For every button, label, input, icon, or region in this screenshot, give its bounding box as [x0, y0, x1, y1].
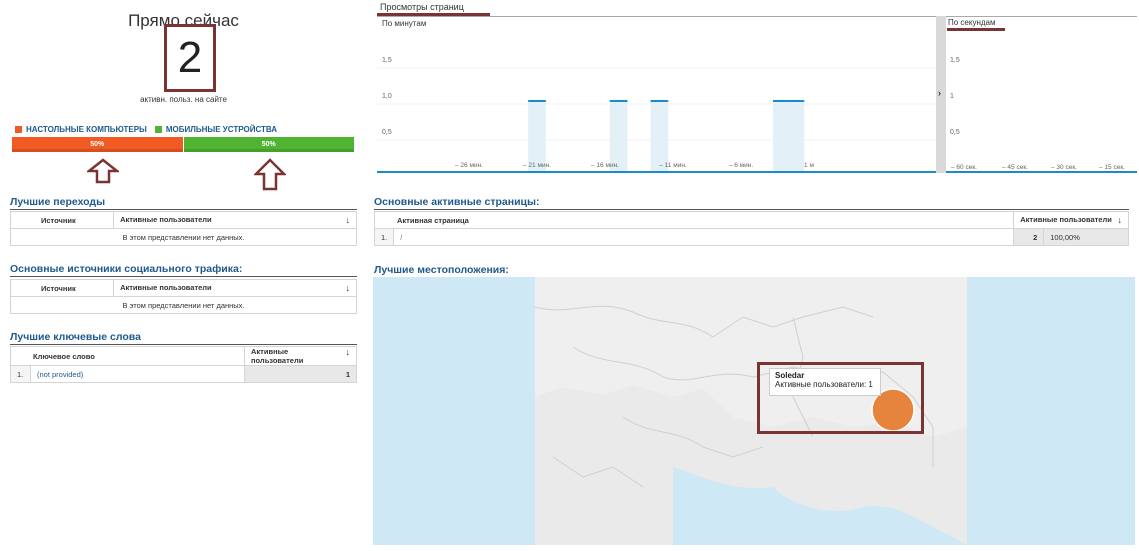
col-active-users-label: Активные пользователи: [120, 283, 212, 292]
active-pages-title: Основные активные страницы:: [374, 196, 540, 208]
section-divider: [10, 209, 357, 210]
tab-pageviews[interactable]: Просмотры страниц: [380, 2, 464, 12]
top-keywords-table: Ключевое слово ↓ Активные пользователи 1.…: [10, 346, 357, 383]
active-page-users: 2: [1013, 228, 1045, 246]
active-users-count: 2: [164, 24, 216, 92]
chevron-right-icon[interactable]: ›: [938, 88, 941, 98]
pageview-bar-top: [528, 100, 546, 102]
y-tick-label: 0,5: [950, 129, 960, 136]
device-legend: НАСТОЛЬНЫЕ КОМПЬЮТЕРЫ МОБИЛЬНЫЕ УСТРОЙСТ…: [15, 125, 277, 134]
desktop-share-segment[interactable]: 50%: [12, 137, 183, 152]
right-now-panel: Прямо сейчас 2 активн. польз. на сайте: [10, 0, 357, 120]
legend-mobile: МОБИЛЬНЫЕ УСТРОЙСТВА: [154, 125, 278, 134]
col-active-users[interactable]: ↓ Активные пользователи: [113, 211, 357, 229]
sort-down-icon[interactable]: ↓: [346, 347, 351, 357]
x-tick-label: – 30 сек.: [1051, 164, 1077, 171]
legend-desktop-label: НАСТОЛЬНЫЕ КОМПЬЮТЕРЫ: [26, 125, 147, 134]
up-arrow-icon: [87, 158, 119, 184]
social-sources-title: Основные источники социального трафика:: [10, 263, 243, 275]
section-divider: [10, 276, 357, 277]
pageview-bar[interactable]: [786, 100, 805, 172]
table-row: 1. / 2 100,00%: [373, 228, 1129, 246]
y-tick-label: 0,5: [382, 129, 392, 136]
keyword-users: 1: [244, 365, 357, 383]
col-active-users[interactable]: ↓ Активные пользователи: [1013, 211, 1129, 229]
row-index: 1.: [10, 365, 31, 383]
row-index: 1.: [373, 228, 395, 246]
locations-map[interactable]: [373, 277, 1135, 545]
x-tick-label: – 21 мин.: [523, 162, 551, 169]
per-second-chart: 1,5 1 0,5 – 60 сек. – 45 сек. – 30 сек. – 15 с…: [946, 57, 1137, 173]
sort-down-icon[interactable]: ↓: [346, 215, 351, 225]
x-tick-label: – 26 мин.: [455, 162, 483, 169]
y-tick-label: 1,5: [382, 57, 392, 64]
col-active-users-label: Активные пользователи: [251, 347, 304, 365]
y-tick-label: 1: [950, 93, 954, 100]
col-source[interactable]: Источник: [9, 211, 115, 229]
keyword-link[interactable]: (not provided): [30, 365, 245, 383]
per-minute-chart: 1,5 1,0 0,5 – 26 мин. – 21 мин. – 16 мин. – 11…: [377, 57, 939, 173]
device-share-bar: 50% 50%: [12, 137, 354, 152]
table-row: 1. (not provided) 1: [10, 365, 357, 383]
pageview-bar-top: [609, 100, 628, 102]
section-divider: [10, 344, 357, 345]
x-tick-label: 1 м: [804, 162, 814, 169]
mobile-swatch-icon: [154, 126, 162, 133]
highlight-box: [757, 362, 924, 434]
map-shape: [534, 277, 967, 545]
x-tick-label: – 16 мин.: [591, 162, 619, 169]
active-users-label: активн. польз. на сайте: [140, 95, 227, 104]
pageview-bar-top: [650, 100, 669, 102]
sort-down-icon[interactable]: ↓: [1118, 215, 1123, 225]
active-page-percent: 100,00%: [1043, 228, 1129, 246]
section-divider: [374, 209, 1129, 210]
social-sources-table: Источник ↓ Активные пользователи В этом п…: [9, 279, 357, 314]
active-pages-table: Активная страница ↓ Активные пользователи…: [373, 211, 1129, 246]
sort-down-icon[interactable]: ↓: [346, 283, 351, 293]
x-tick-label: – 6 мин.: [729, 162, 754, 169]
legend-mobile-label: МОБИЛЬНЫЕ УСТРОЙСТВА: [165, 125, 278, 134]
chart-splitter[interactable]: ›: [936, 16, 946, 173]
x-tick-label: – 15 сек.: [1099, 164, 1125, 171]
top-keywords-title: Лучшие ключевые слова: [10, 331, 141, 343]
up-arrow-icon: [254, 158, 286, 191]
x-tick-label: – 11 мин.: [659, 162, 687, 169]
x-tick-label: – 45 сек.: [1002, 164, 1028, 171]
col-active-users-label: Активные пользователи: [120, 215, 212, 224]
col-active-users[interactable]: ↓ Активные пользователи: [113, 279, 357, 297]
col-active-page[interactable]: Активная страница: [373, 211, 1015, 229]
mobile-share-segment[interactable]: 50%: [183, 137, 354, 152]
col-source[interactable]: Источник: [9, 279, 115, 297]
y-tick-label: 1,0: [382, 93, 392, 100]
legend-desktop: НАСТОЛЬНЫЕ КОМПЬЮТЕРЫ: [15, 125, 147, 134]
active-page-path[interactable]: /: [393, 228, 1015, 246]
desktop-swatch-icon: [15, 126, 22, 133]
pageview-bar-top: [786, 100, 805, 102]
y-tick-label: 1,5: [950, 57, 960, 64]
col-active-users-label: Активные пользователи: [1020, 215, 1112, 224]
col-active-users[interactable]: ↓ Активные пользователи: [244, 346, 357, 366]
empty-message: В этом представлении нет данных.: [10, 228, 357, 246]
top-locations-title: Лучшие местоположения:: [374, 264, 509, 276]
x-tick-label: – 60 сек.: [951, 164, 977, 171]
col-keyword[interactable]: Ключевое слово: [10, 346, 245, 366]
empty-message: В этом представлении нет данных.: [10, 296, 357, 314]
top-referrals-table: Источник ↓ Активные пользователи В этом п…: [9, 211, 357, 246]
top-referrals-title: Лучшие переходы: [10, 196, 106, 208]
